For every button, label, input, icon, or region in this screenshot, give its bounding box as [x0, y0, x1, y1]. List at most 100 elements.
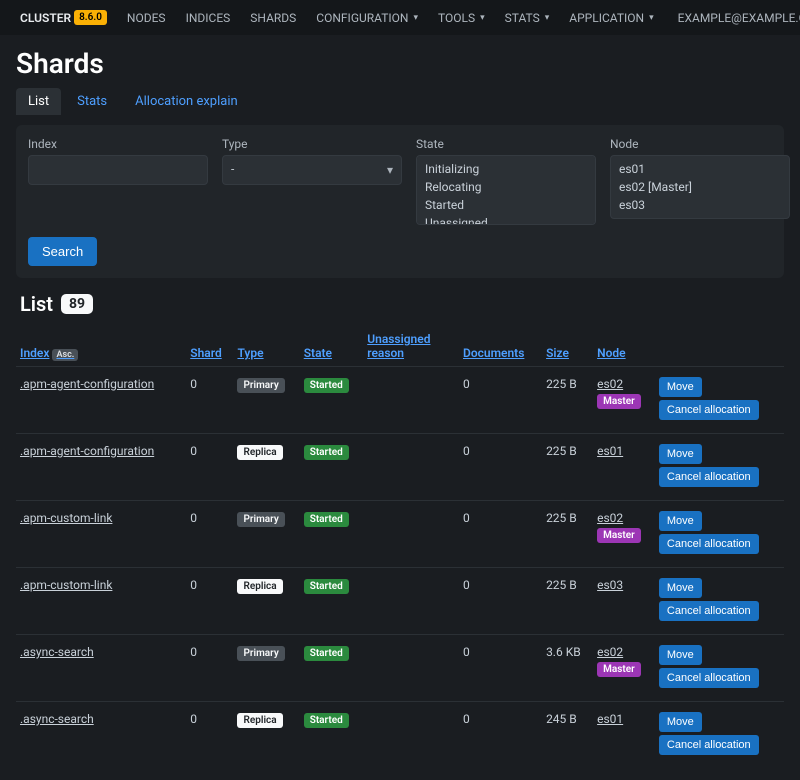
documents-cell: 0 — [459, 501, 542, 568]
table-row: .async-search0ReplicaStarted0245 Bes01Mo… — [16, 702, 784, 769]
node-option[interactable]: es03 — [611, 196, 789, 214]
nav-cluster[interactable]: CLUSTER 8.6.0 — [12, 6, 115, 29]
move-button[interactable]: Move — [659, 377, 702, 397]
size-cell: 3.6 KB — [542, 635, 593, 702]
state-started-pill: Started — [304, 378, 349, 393]
filter-state-listbox[interactable]: InitializingRelocatingStartedUnassigned — [416, 155, 596, 225]
list-count-badge: 89 — [61, 294, 93, 314]
col-size[interactable]: Size — [542, 326, 593, 367]
type-replica-pill: Replica — [237, 445, 282, 460]
index-link[interactable]: .apm-agent-configuration — [20, 444, 154, 458]
col-state[interactable]: State — [300, 326, 364, 367]
node-link[interactable]: es01 — [597, 712, 623, 726]
filter-index-input[interactable] — [28, 155, 208, 185]
state-started-pill: Started — [304, 445, 349, 460]
col-shard[interactable]: Shard — [186, 326, 233, 367]
nav-user-menu[interactable]: EXAMPLE@EXAMPLE.COM ▾ — [670, 7, 800, 29]
type-replica-pill: Replica — [237, 713, 282, 728]
nav-user-label: EXAMPLE@EXAMPLE.COM — [678, 11, 800, 25]
state-option[interactable]: Initializing — [417, 160, 595, 178]
filter-node-label: Node — [610, 137, 790, 151]
cancel-allocation-button[interactable]: Cancel allocation — [659, 467, 759, 487]
search-button[interactable]: Search — [28, 237, 97, 266]
index-link[interactable]: .async-search — [20, 712, 94, 726]
unassigned-cell — [363, 367, 459, 434]
nav-application[interactable]: APPLICATION▾ — [561, 7, 661, 29]
index-link[interactable]: .apm-custom-link — [20, 578, 112, 592]
size-cell: 225 B — [542, 367, 593, 434]
tab-list[interactable]: List — [16, 88, 61, 115]
move-button[interactable]: Move — [659, 578, 702, 598]
node-link[interactable]: es02 — [597, 645, 623, 659]
node-option[interactable]: es02 [Master] — [611, 178, 789, 196]
table-row: .apm-custom-link0PrimaryStarted0225 Bes0… — [16, 501, 784, 568]
col-unassigned[interactable]: Unassigned reason — [363, 326, 459, 367]
index-link[interactable]: .apm-agent-configuration — [20, 377, 154, 391]
nav-indices[interactable]: INDICES — [178, 7, 239, 29]
tab-allocation-explain[interactable]: Allocation explain — [123, 88, 250, 115]
table-row: .async-search0PrimaryStarted03.6 KBes02M… — [16, 635, 784, 702]
node-link[interactable]: es01 — [597, 444, 623, 458]
master-pill: Master — [597, 528, 641, 543]
nav-shards[interactable]: SHARDS — [242, 7, 304, 29]
move-button[interactable]: Move — [659, 712, 702, 732]
chevron-down-icon: ▾ — [480, 13, 485, 23]
filter-node-listbox[interactable]: es01es02 [Master]es03 — [610, 155, 790, 219]
state-option[interactable]: Relocating — [417, 178, 595, 196]
tabs: List Stats Allocation explain — [16, 88, 784, 115]
index-link[interactable]: .apm-custom-link — [20, 511, 112, 525]
chevron-down-icon: ▾ — [649, 13, 654, 23]
unassigned-cell — [363, 702, 459, 769]
documents-cell: 0 — [459, 702, 542, 769]
version-badge: 8.6.0 — [74, 10, 107, 25]
tab-stats[interactable]: Stats — [65, 88, 119, 115]
col-node[interactable]: Node — [593, 326, 655, 367]
index-link[interactable]: .async-search — [20, 645, 94, 659]
filter-state-label: State — [416, 137, 596, 151]
node-link[interactable]: es03 — [597, 578, 623, 592]
shard-cell: 0 — [186, 635, 233, 702]
type-replica-pill: Replica — [237, 579, 282, 594]
nav-cluster-label: CLUSTER — [20, 11, 71, 25]
unassigned-cell — [363, 568, 459, 635]
nav-nodes[interactable]: NODES — [119, 7, 174, 29]
unassigned-cell — [363, 501, 459, 568]
state-option[interactable]: Unassigned — [417, 214, 595, 225]
nav-stats[interactable]: STATS▾ — [497, 7, 558, 29]
state-started-pill: Started — [304, 512, 349, 527]
node-link[interactable]: es02 — [597, 511, 623, 525]
type-primary-pill: Primary — [237, 646, 284, 661]
col-type[interactable]: Type — [233, 326, 299, 367]
state-started-pill: Started — [304, 646, 349, 661]
documents-cell: 0 — [459, 568, 542, 635]
shard-cell: 0 — [186, 702, 233, 769]
move-button[interactable]: Move — [659, 645, 702, 665]
nav-tools[interactable]: TOOLS▾ — [430, 7, 493, 29]
filter-type-label: Type — [222, 137, 402, 151]
type-primary-pill: Primary — [237, 512, 284, 527]
shard-cell: 0 — [186, 568, 233, 635]
col-index[interactable]: IndexAsc. — [16, 326, 186, 367]
cancel-allocation-button[interactable]: Cancel allocation — [659, 400, 759, 420]
cancel-allocation-button[interactable]: Cancel allocation — [659, 601, 759, 621]
node-link[interactable]: es02 — [597, 377, 623, 391]
type-primary-pill: Primary — [237, 378, 284, 393]
node-option[interactable]: es01 — [611, 160, 789, 178]
shards-table: IndexAsc. Shard Type State Unassigned re… — [16, 326, 784, 768]
move-button[interactable]: Move — [659, 511, 702, 531]
col-documents[interactable]: Documents — [459, 326, 542, 367]
cancel-allocation-button[interactable]: Cancel allocation — [659, 735, 759, 755]
chevron-down-icon: ▾ — [413, 13, 418, 23]
documents-cell: 0 — [459, 367, 542, 434]
state-started-pill: Started — [304, 579, 349, 594]
state-option[interactable]: Started — [417, 196, 595, 214]
move-button[interactable]: Move — [659, 444, 702, 464]
cancel-allocation-button[interactable]: Cancel allocation — [659, 668, 759, 688]
cancel-allocation-button[interactable]: Cancel allocation — [659, 534, 759, 554]
nav-configuration[interactable]: CONFIGURATION▾ — [308, 7, 426, 29]
shard-cell: 0 — [186, 367, 233, 434]
size-cell: 225 B — [542, 501, 593, 568]
filter-index-label: Index — [28, 137, 208, 151]
master-pill: Master — [597, 662, 641, 677]
filter-type-select[interactable]: - — [222, 155, 402, 185]
